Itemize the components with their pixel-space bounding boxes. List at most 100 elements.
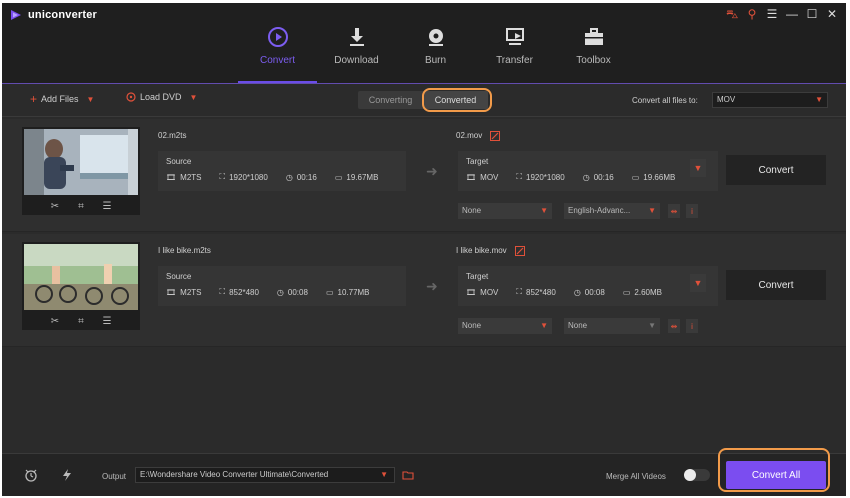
trim-icon[interactable]: ✂ (49, 316, 61, 327)
close-icon[interactable]: ✕ (826, 7, 838, 23)
convert-button[interactable]: Convert (726, 155, 826, 185)
nav-toolbox[interactable]: Toolbox (554, 3, 633, 83)
lightning-icon[interactable] (60, 468, 74, 482)
cart-icon[interactable]: ⛍ (726, 7, 738, 23)
key-icon[interactable]: ⚲ (746, 7, 758, 23)
nav-burn-label: Burn (424, 55, 447, 66)
subtitle-select[interactable]: None ▼ (458, 318, 552, 334)
subtitle-select[interactable]: None ▼ (458, 203, 552, 219)
audio-value: None (568, 321, 588, 330)
target-resolution-value: 852*480 (526, 287, 556, 297)
convert-all-format-value: MOV (717, 95, 736, 104)
target-file-name-text: I like bike.mov (456, 246, 507, 256)
target-resolution: ⛶ 1920*1080 (516, 172, 564, 182)
source-resolution-value: 852*480 (229, 287, 259, 297)
crop-icon[interactable]: ⌗ (75, 201, 87, 212)
toolbar: + Add Files ▼ Load DVD ▼ Converting Conv… (2, 84, 846, 117)
nav-transfer[interactable]: Transfer (475, 3, 554, 83)
source-format-value: M2TS (180, 172, 202, 182)
info-icon[interactable]: i (686, 204, 698, 218)
target-format-dropdown[interactable]: ▼ (690, 274, 706, 292)
dvd-icon (126, 92, 136, 102)
merge-all-videos-label: Merge All Videos (606, 472, 666, 481)
folder-icon: ▭ (622, 287, 631, 297)
source-resolution: ⛶ 1920*1080 (220, 172, 268, 182)
trim-icon[interactable]: ✂ (49, 201, 61, 212)
resolution-icon: ⛶ (516, 172, 522, 181)
nav-convert-label: Convert (259, 55, 295, 66)
source-size-value: 10.77MB (337, 287, 370, 297)
open-folder-icon[interactable] (402, 469, 414, 481)
source-duration: ◷ 00:08 (277, 288, 308, 297)
split-icon[interactable]: ⇹ (668, 204, 680, 218)
film-icon: 🎞 (466, 287, 477, 297)
output-path-select[interactable]: E:\Wondershare Video Converter Ultimate\… (135, 467, 395, 483)
info-icon[interactable]: i (686, 319, 698, 333)
audio-select[interactable]: English-Advanc... ▼ (564, 203, 660, 219)
nav-convert[interactable]: Convert (238, 3, 317, 83)
maximize-icon[interactable]: ☐ (806, 7, 818, 23)
add-files-button[interactable]: + Add Files ▼ (30, 92, 94, 106)
target-duration: ◷ 00:08 (574, 288, 605, 297)
load-dvd-button[interactable]: Load DVD ▼ (126, 92, 197, 102)
add-files-dropdown-icon[interactable]: ▼ (87, 95, 95, 104)
subtitle-value: None (462, 321, 482, 330)
toolbox-icon (584, 28, 603, 45)
split-icon[interactable]: ⇹ (668, 319, 680, 333)
target-format-dropdown[interactable]: ▼ (690, 159, 706, 177)
source-resolution-value: 1920*1080 (229, 172, 268, 182)
source-label: Source (166, 157, 192, 166)
target-format: 🎞 MOV (466, 288, 498, 297)
app-window: uniconverter ⛍ ⚲ ☰ — ☐ ✕ Convert Downloa… (2, 3, 846, 496)
menu-icon[interactable]: ☰ (766, 7, 778, 23)
nav-burn[interactable]: Burn (396, 3, 475, 83)
source-duration: ◷ 00:16 (286, 173, 317, 182)
alarm-clock-icon[interactable] (24, 468, 38, 482)
chevron-down-icon: ▼ (540, 321, 548, 330)
output-path-value: E:\Wondershare Video Converter Ultimate\… (140, 470, 329, 479)
target-file-name-text: 02.mov (456, 131, 483, 141)
source-file-name: 02.m2ts (158, 131, 187, 140)
tab-converting[interactable]: Converting (358, 91, 423, 109)
add-files-label: Add Files (41, 94, 79, 104)
effects-icon[interactable]: ☰ (101, 201, 113, 212)
source-format: 🎞 M2TS (166, 173, 202, 182)
download-icon (349, 28, 364, 46)
convert-button[interactable]: Convert (726, 270, 826, 300)
audio-value: English-Advanc... (568, 206, 631, 215)
plus-icon: + (30, 92, 38, 106)
subtitle-value: None (462, 206, 482, 215)
video-thumbnail[interactable]: ✂ ⌗ ☰ (22, 242, 140, 330)
effects-icon[interactable]: ☰ (101, 316, 113, 327)
load-dvd-dropdown-icon[interactable]: ▼ (190, 93, 198, 102)
chevron-down-icon: ▼ (648, 206, 656, 215)
target-format: 🎞 MOV (466, 173, 498, 182)
file-row: ✂ ⌗ ☰ 02.m2ts Source 🎞 M2TS ⛶ 1920*1080 (2, 119, 846, 232)
source-info: Source 🎞 M2TS ⛶ 1920*1080 ◷ 00:16 ▭ 19.6… (158, 151, 406, 191)
folder-icon: ▭ (334, 172, 343, 182)
edit-icon[interactable] (514, 246, 525, 256)
audio-select[interactable]: None ▼ (564, 318, 660, 334)
chevron-down-icon: ▼ (648, 321, 656, 330)
target-size-value: 19.66MB (643, 172, 676, 182)
convert-all-format-select[interactable]: MOV ▼ (712, 92, 828, 108)
converted-tab-highlight (422, 88, 492, 112)
burn-icon (428, 29, 443, 46)
nav-download[interactable]: Download (317, 3, 396, 83)
target-size: ▭ 19.66MB (632, 173, 676, 182)
film-icon: 🎞 (166, 287, 177, 297)
crop-icon[interactable]: ⌗ (75, 316, 87, 327)
nav-toolbox-label: Toolbox (576, 55, 611, 66)
merge-toggle[interactable] (684, 469, 710, 481)
video-thumbnail[interactable]: ✂ ⌗ ☰ (22, 127, 140, 215)
target-resolution-value: 1920*1080 (526, 172, 565, 182)
target-file-name: 02.mov (456, 131, 501, 141)
minimize-icon[interactable]: — (786, 7, 798, 23)
clock-icon: ◷ (582, 172, 590, 182)
edit-icon[interactable] (490, 131, 501, 141)
chevron-down-icon: ▼ (540, 206, 548, 215)
target-format-value: MOV (480, 172, 499, 182)
source-info: Source 🎞 M2TS ⛶ 852*480 ◷ 00:08 ▭ 10.77M… (158, 266, 406, 306)
target-label: Target (466, 272, 489, 281)
target-info: Target 🎞 MOV ⛶ 852*480 ◷ 00:08 ▭ 2.60MB (458, 266, 718, 306)
